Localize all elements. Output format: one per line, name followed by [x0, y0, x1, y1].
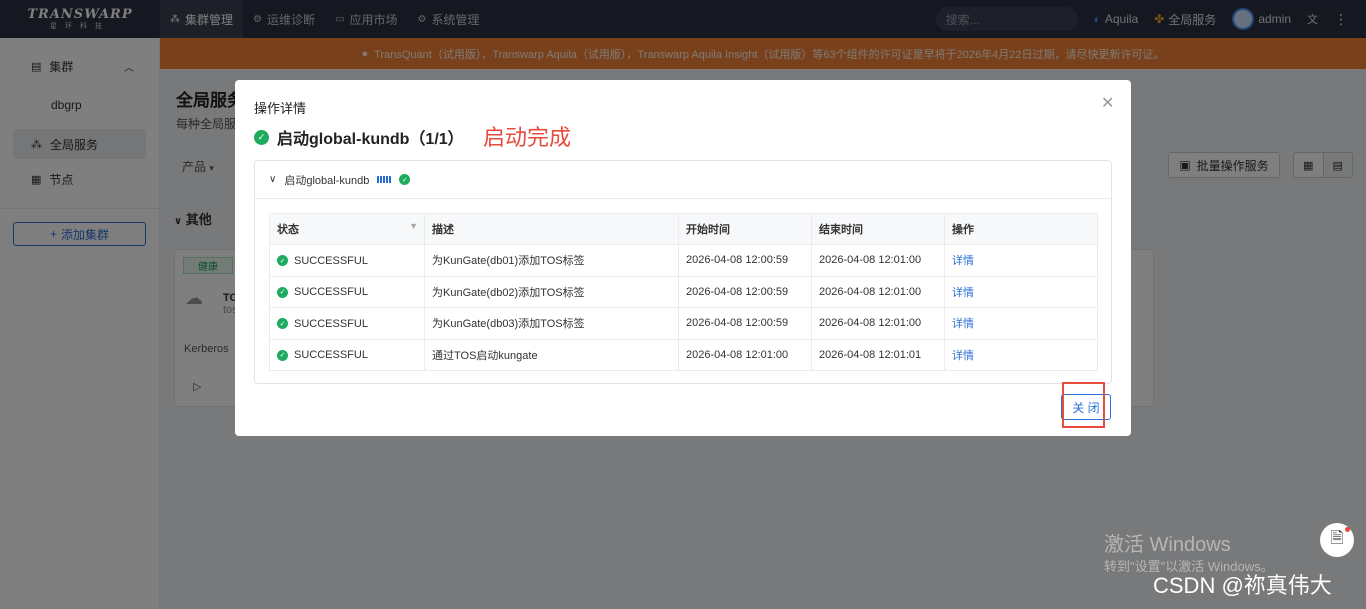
chevron-down-icon: ∨: [269, 174, 277, 185]
details-link[interactable]: 详情: [952, 350, 974, 362]
action-cell: 详情: [944, 275, 1098, 308]
success-check-icon: ✓: [277, 255, 288, 267]
column-header-label: 开始时间: [686, 224, 730, 236]
document-float-button[interactable]: 🗎: [1320, 523, 1354, 557]
start-time-cell: 2026-04-08 12:00:59: [678, 244, 812, 277]
column-header-status: 状态 ▼: [269, 213, 425, 245]
table-header-row: 状态 ▼ 描述 开始时间 结束时间 操作: [269, 213, 1098, 245]
end-time-cell: 2026-04-08 12:01:00: [811, 307, 945, 340]
table-row: ✓ SUCCESSFUL 为KunGate(db03)添加TOS标签 2026-0…: [269, 307, 1098, 340]
status-cell: ✓ SUCCESSFUL: [269, 275, 425, 308]
status-text: SUCCESSFUL: [294, 349, 368, 362]
status-cell: ✓ SUCCESSFUL: [269, 244, 425, 277]
column-header-start-time: 开始时间: [678, 213, 812, 245]
column-header-label: 描述: [432, 224, 454, 236]
annotation-highlight-box: [1062, 382, 1105, 428]
progress-bars-icon: [377, 176, 392, 183]
column-header-description: 描述: [424, 213, 679, 245]
windows-activation-watermark: 激活 Windows: [1104, 534, 1231, 556]
details-link[interactable]: 详情: [952, 318, 974, 330]
panel-title: 启动global-kundb: [284, 174, 370, 187]
task-table: 状态 ▼ 描述 开始时间 结束时间 操作 ✓ SUCCESSFUL 为KunGat…: [269, 213, 1098, 371]
dialog-title: 操作详情: [254, 101, 307, 116]
status-text: SUCCESSFUL: [294, 254, 368, 267]
action-cell: 详情: [944, 307, 1098, 340]
operation-headline: ✓ 启动global-kundb（1/1）: [254, 125, 464, 149]
filter-icon[interactable]: ▼: [409, 221, 418, 231]
column-header-end-time: 结束时间: [811, 213, 945, 245]
success-check-icon: ✓: [277, 318, 288, 330]
table-row: ✓ SUCCESSFUL 为KunGate(db01)添加TOS标签 2026-0…: [269, 244, 1098, 277]
description-cell: 为KunGate(db03)添加TOS标签: [424, 307, 679, 340]
description-cell: 为KunGate(db01)添加TOS标签: [424, 244, 679, 277]
status-cell: ✓ SUCCESSFUL: [269, 307, 425, 340]
end-time-cell: 2026-04-08 12:01:01: [811, 338, 945, 371]
csdn-watermark: CSDN @祢真伟大: [1153, 573, 1332, 598]
success-check-icon: ✓: [399, 174, 411, 185]
description-cell: 通过TOS启动kungate: [424, 338, 679, 371]
column-header-action: 操作: [944, 213, 1098, 245]
success-check-icon: ✓: [277, 349, 288, 361]
close-icon[interactable]: ✕: [1101, 93, 1114, 113]
status-text: SUCCESSFUL: [294, 317, 368, 330]
details-link[interactable]: 详情: [952, 255, 974, 267]
table-row: ✓ SUCCESSFUL 为KunGate(db02)添加TOS标签 2026-0…: [269, 275, 1098, 308]
operation-panel: ∨ 启动global-kundb ✓ 状态 ▼ 描述 开始时间 结束时间 操作: [254, 160, 1112, 384]
start-time-cell: 2026-04-08 12:01:00: [678, 338, 812, 371]
details-link[interactable]: 详情: [952, 287, 974, 299]
annotation-text: 启动完成: [483, 125, 572, 150]
column-header-label: 状态: [277, 224, 299, 236]
notification-dot: [1345, 527, 1350, 532]
action-cell: 详情: [944, 244, 1098, 277]
start-time-cell: 2026-04-08 12:00:59: [678, 307, 812, 340]
end-time-cell: 2026-04-08 12:01:00: [811, 244, 945, 277]
description-cell: 为KunGate(db02)添加TOS标签: [424, 275, 679, 308]
status-text: SUCCESSFUL: [294, 286, 368, 299]
table-row: ✓ SUCCESSFUL 通过TOS启动kungate 2026-04-08 12…: [269, 338, 1098, 371]
operation-headline-text: 启动global-kundb（1/1）: [277, 131, 464, 148]
document-icon: 🗎: [1330, 529, 1344, 547]
success-check-icon: ✓: [254, 129, 269, 145]
column-header-label: 结束时间: [819, 224, 863, 236]
success-check-icon: ✓: [277, 286, 288, 298]
action-cell: 详情: [944, 338, 1098, 371]
status-cell: ✓ SUCCESSFUL: [269, 338, 425, 371]
end-time-cell: 2026-04-08 12:01:00: [811, 275, 945, 308]
operation-panel-header[interactable]: ∨ 启动global-kundb ✓: [255, 161, 1111, 199]
start-time-cell: 2026-04-08 12:00:59: [678, 275, 812, 308]
operation-details-dialog: 操作详情 ✕ ✓ 启动global-kundb（1/1） 启动完成 ∨ 启动gl…: [235, 80, 1131, 436]
column-header-label: 操作: [952, 224, 974, 236]
